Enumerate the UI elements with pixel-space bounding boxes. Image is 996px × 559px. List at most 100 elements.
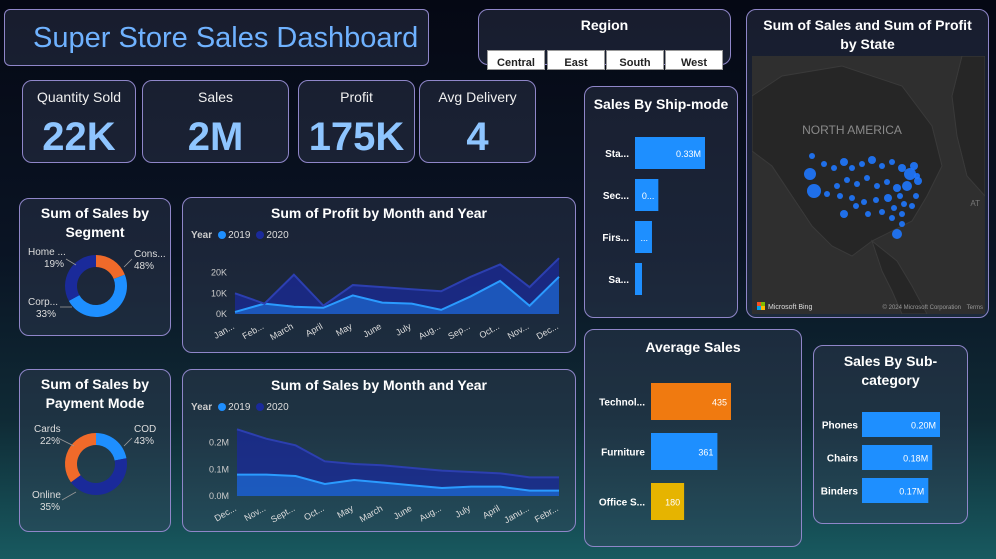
kpi-profit-card: Profit 175K xyxy=(298,80,415,163)
map-bubble-21 xyxy=(834,183,840,189)
state-map[interactable]: NORTH AMERICA AT Microsoft Bing © 2024 Micr… xyxy=(752,56,985,314)
sales-legend-2019: 2019 xyxy=(228,402,251,413)
bar-category-2: Firs... xyxy=(602,233,629,244)
region-option-central[interactable]: Central xyxy=(487,50,545,70)
map-bubble-27 xyxy=(884,194,892,202)
segment-title: Sum of Sales by Segment xyxy=(40,205,150,240)
kpi-profit-label: Profit xyxy=(340,89,373,105)
region-option-south[interactable]: South xyxy=(606,50,664,70)
profit-month-chart: 0K 10K 20K Jan... Feb... March April May June Jul… xyxy=(211,257,560,342)
avg-sales-card: Average Sales Technol... 435 Furniture 361 O… xyxy=(584,329,802,547)
y-tick-label-1: 10K xyxy=(211,288,227,298)
map-bubble-1 xyxy=(807,184,821,198)
map-bubble-32 xyxy=(865,211,871,217)
map-bubble-40 xyxy=(899,221,905,227)
bar-value-label-0: 0.20M xyxy=(911,421,936,431)
bar-value-label-1: 361 xyxy=(698,448,713,458)
donut-pct-2: 35% xyxy=(40,502,60,513)
x-tick-label-5: June xyxy=(361,321,383,339)
map-bubble-22 xyxy=(824,191,830,197)
region-slicer: Region Central East South West xyxy=(478,9,731,70)
map-bubble-42 xyxy=(914,173,920,179)
map-terms-link: Terms xyxy=(967,305,983,311)
y-tick-label-2: 20K xyxy=(211,268,227,278)
shipmode-title: Sales By Ship-mode xyxy=(593,96,729,112)
donut-pct-0: 22% xyxy=(40,436,60,447)
donut-leader-0 xyxy=(65,258,77,266)
map-bubble-3 xyxy=(821,161,827,167)
map-bubble-34 xyxy=(840,210,848,218)
map-bubble-25 xyxy=(861,199,867,205)
shipmode-chart: Sta... 0.33M Sec... 0... Firs... ... Sa... xyxy=(602,137,705,295)
kpi-sales-card: Sales 2M xyxy=(142,80,289,163)
x-tick-label-7: Aug... xyxy=(418,503,443,523)
x-tick-label-4: May xyxy=(334,321,354,338)
y-tick-label-2: 0.2M xyxy=(209,438,229,448)
map-bubble-31 xyxy=(879,209,885,215)
bar-category-0: Sta... xyxy=(605,149,629,160)
bar-value-label-1: 0... xyxy=(642,191,655,201)
donut-label-0: Cards xyxy=(34,424,61,435)
payment-donut: Cards22% COD43% Online35% xyxy=(32,424,156,513)
map-edge-label: AT xyxy=(970,199,980,208)
shipmode-card: Sales By Ship-mode Sta... 0.33M Sec... 0...… xyxy=(584,86,738,318)
map-bubble-24 xyxy=(849,195,855,201)
y-tick-label-1: 0.1M xyxy=(209,464,229,474)
bar-category-1: Sec... xyxy=(603,191,629,202)
map-card: Sum of Sales and Sum of Profit by State … xyxy=(746,9,989,318)
x-tick-label-1: Feb... xyxy=(241,321,266,341)
map-bing-attribution: Microsoft Bing xyxy=(768,304,812,311)
bar-value-label-1: 0.18M xyxy=(903,454,928,464)
kpi-quantity-value: 22K xyxy=(42,115,116,159)
region-option-west[interactable]: West xyxy=(665,50,723,70)
bar-value-label-2: 180 xyxy=(665,498,680,508)
sales-month-card: Sum of Sales by Month and Year Year 2019 2… xyxy=(182,369,576,532)
map-bubble-14 xyxy=(902,181,912,191)
x-tick-label-8: July xyxy=(453,503,472,520)
subcat-chart: Phones 0.20M Chairs 0.18M Binders 0.17M xyxy=(821,412,940,503)
map-copyright: © 2024 Microsoft Corporation xyxy=(883,304,961,311)
sales-legend-year-label: Year xyxy=(191,402,213,413)
kpi-profit-value: 175K xyxy=(308,115,405,159)
x-tick-label-6: June xyxy=(392,503,414,521)
x-tick-label-9: April xyxy=(481,503,502,521)
sales-month-legend: Year 2019 2020 xyxy=(191,402,289,413)
map-bubble-41 xyxy=(892,229,902,239)
kpi-sales-label: Sales xyxy=(197,89,234,105)
profit-month-card: Sum of Profit by Month and Year Year 2019… xyxy=(182,197,576,353)
map-bubble-2 xyxy=(809,153,815,159)
x-tick-label-1: Nov... xyxy=(242,503,267,523)
profit-legend-2020: 2020 xyxy=(266,230,289,241)
kpi-sales-value: 2M xyxy=(187,115,244,159)
map-bubble-39 xyxy=(913,193,919,199)
donut-leader-1 xyxy=(123,258,133,268)
map-title: Sum of Sales and Sum of Profit by State xyxy=(763,17,972,52)
map-bubble-36 xyxy=(899,211,905,217)
donut-label-2: Corp... xyxy=(28,297,58,308)
donut-slice-0 xyxy=(96,433,127,461)
x-tick-label-0: Jan... xyxy=(212,321,236,341)
avg-sales-title: Average Sales xyxy=(645,339,741,355)
page-title: Super Store Sales Dashboard xyxy=(33,22,419,54)
donut-slice-0 xyxy=(96,255,125,280)
x-tick-label-7: Aug... xyxy=(417,321,442,341)
bar-value-label-2: 0.17M xyxy=(899,487,924,497)
region-option-east[interactable]: East xyxy=(547,50,605,70)
y-tick-label-0: 0K xyxy=(216,309,227,319)
donut-label-1: COD xyxy=(134,424,156,435)
sales-legend-2020: 2020 xyxy=(266,402,289,413)
donut-slice-2 xyxy=(65,255,96,301)
bing-logo-icon xyxy=(757,302,761,306)
donut-pct-1: 43% xyxy=(134,436,154,447)
kpi-delivery-value: 4 xyxy=(466,115,489,159)
map-bubble-23 xyxy=(837,193,843,199)
segment-card: Sum of Sales by Segment Home ... 19% Cons.… xyxy=(19,198,171,336)
donut-label-2: Online xyxy=(32,490,61,501)
x-tick-label-2: March xyxy=(268,321,295,342)
x-tick-label-9: Oct... xyxy=(477,321,501,340)
map-bubble-0 xyxy=(804,168,816,180)
payment-title: Sum of Sales by Payment Mode xyxy=(40,376,150,411)
donut-leader-2 xyxy=(61,491,77,501)
bar-category-0: Phones xyxy=(822,421,859,432)
donut-label-0: Home ... xyxy=(28,247,66,258)
